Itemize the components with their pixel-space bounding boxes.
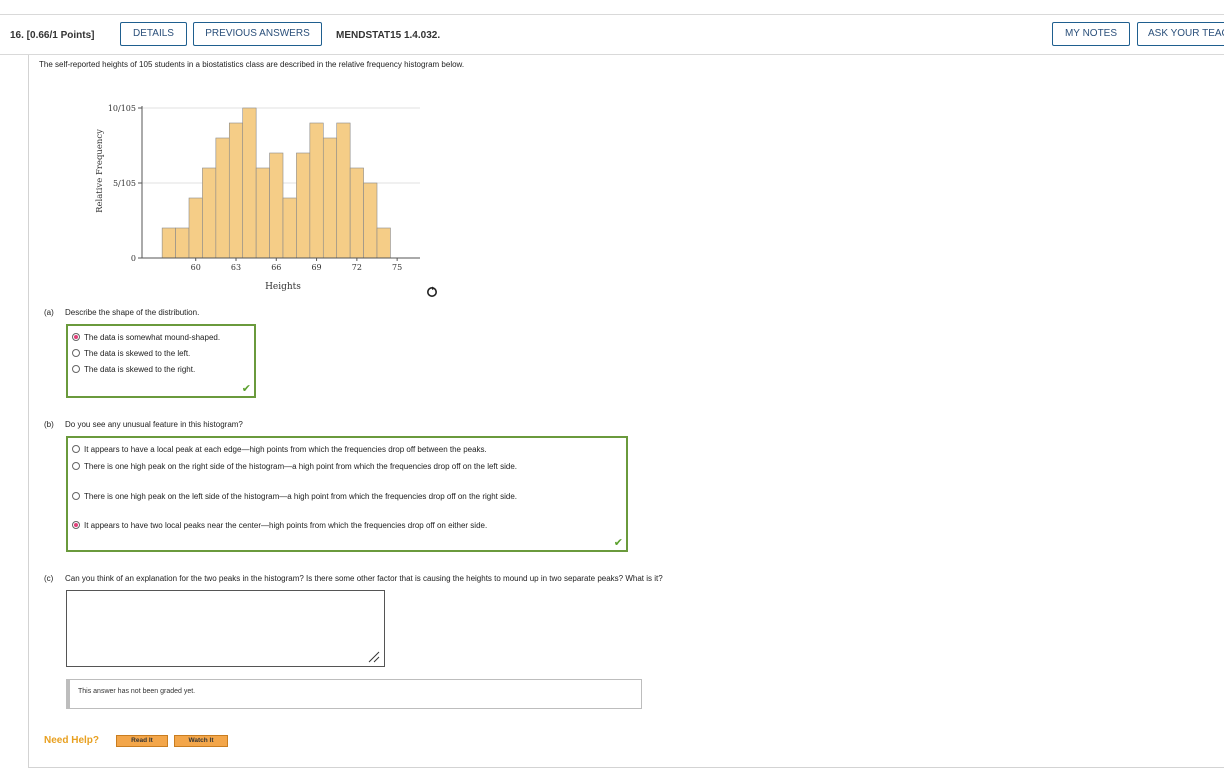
refresh-icon[interactable] <box>426 286 438 298</box>
y-tick-label: 10/105 <box>108 104 136 113</box>
details-button[interactable]: DETAILS <box>120 22 187 46</box>
x-tick-label: 63 <box>231 263 241 272</box>
option-text: It appears to have a local peak at each … <box>84 445 487 454</box>
histogram-chart: 0 5/105 10/105 60 63 66 69 72 75 Relative Frequ… <box>95 104 420 292</box>
radio-button[interactable] <box>72 349 80 357</box>
part-a-answer-box: The data is somewhat mound-shaped. The d… <box>66 324 256 398</box>
histogram-bar <box>309 122 324 259</box>
previous-answers-button[interactable]: PREVIOUS ANSWERS <box>193 22 322 46</box>
part-a-option-2[interactable]: The data is skewed to the left. <box>72 348 190 359</box>
part-b-option-4[interactable]: It appears to have two local peaks near … <box>72 520 612 531</box>
histogram-bar <box>282 197 297 259</box>
x-tick-label: 60 <box>191 263 201 272</box>
histogram-bar <box>269 152 284 259</box>
histogram-bar <box>322 137 338 259</box>
histogram-bar <box>188 197 203 259</box>
radio-button[interactable] <box>72 462 80 470</box>
option-text: There is one high peak on the right side… <box>84 462 517 471</box>
radio-button[interactable] <box>72 365 80 373</box>
part-b-question: Do you see any unusual feature in this h… <box>65 420 243 429</box>
x-tick-label: 72 <box>352 263 362 272</box>
ask-teacher-button[interactable]: ASK YOUR TEACHER <box>1137 22 1224 46</box>
part-b-answer-box: It appears to have a local peak at each … <box>66 436 628 552</box>
grading-status-text: This answer has not been graded yet. <box>78 688 196 695</box>
watch-it-button[interactable]: Watch It <box>174 735 228 747</box>
radio-button[interactable] <box>72 445 80 453</box>
need-help-label: Need Help? <box>44 735 100 746</box>
option-text: It appears to have two local peaks near … <box>84 521 488 530</box>
radio-button[interactable] <box>72 333 80 341</box>
part-b-option-1[interactable]: It appears to have a local peak at each … <box>72 444 612 455</box>
histogram-bar <box>161 227 176 259</box>
x-tick-label: 66 <box>271 263 281 272</box>
histogram-bar <box>349 167 364 259</box>
part-a-option-3[interactable]: The data is skewed to the right. <box>72 364 195 375</box>
question-header: 16. [0.66/1 Points] DETAILS PREVIOUS ANS… <box>0 22 1224 50</box>
y-tick-label: 0 <box>131 254 136 263</box>
histogram-bar <box>228 122 244 259</box>
part-c-answer-textarea[interactable] <box>66 590 385 667</box>
histogram-bar <box>215 137 230 259</box>
histogram-bar <box>242 107 257 259</box>
y-axis-label: Relative Frequency <box>95 129 105 213</box>
option-text: There is one high peak on the left side … <box>84 492 517 501</box>
option-text: The data is skewed to the left. <box>84 349 191 358</box>
radio-button[interactable] <box>72 492 80 500</box>
read-it-button[interactable]: Read It <box>116 735 168 747</box>
part-b-option-2[interactable]: There is one high peak on the right side… <box>72 461 612 472</box>
x-tick-label: 75 <box>392 263 402 272</box>
histogram-bar <box>202 167 217 259</box>
y-tick-label: 5/105 <box>113 179 136 188</box>
histogram-bar <box>175 227 190 259</box>
radio-button[interactable] <box>72 521 80 529</box>
histogram-bar <box>336 122 351 259</box>
part-c-label: (c) <box>44 574 54 583</box>
grading-status-box: This answer has not been graded yet. <box>66 679 642 709</box>
histogram-bar <box>363 182 378 259</box>
option-text: The data is skewed to the right. <box>84 365 196 374</box>
top-divider <box>0 14 1224 15</box>
histogram-bar <box>376 227 391 259</box>
y-tick-labels: 0 5/105 10/105 <box>108 104 136 263</box>
part-a-question: Describe the shape of the distribution. <box>65 308 200 317</box>
question-number: 16. [0.66/1 Points] <box>10 30 95 41</box>
histogram-bar <box>255 167 270 259</box>
checkmark-icon: ✔ <box>241 383 251 395</box>
part-b-label: (b) <box>44 420 54 429</box>
part-a-label: (a) <box>44 308 54 317</box>
intro-text: The self-reported heights of 105 student… <box>39 60 465 69</box>
histogram-bar <box>296 152 311 259</box>
option-text: The data is somewhat mound-shaped. <box>84 333 221 342</box>
part-b-option-3[interactable]: There is one high peak on the left side … <box>72 491 612 502</box>
part-c-question: Can you think of an explanation for the … <box>65 574 663 583</box>
question-code: MENDSTAT15 1.4.032. <box>336 30 441 41</box>
x-tick-labels: 60 63 66 69 72 75 <box>191 263 403 272</box>
resize-handle-icon[interactable] <box>367 651 381 663</box>
x-axis-label: Heights <box>265 282 301 292</box>
my-notes-button[interactable]: MY NOTES <box>1052 22 1130 46</box>
checkmark-icon: ✔ <box>613 537 623 549</box>
x-tick-label: 69 <box>311 263 321 272</box>
part-a-option-1[interactable]: The data is somewhat mound-shaped. <box>72 332 220 343</box>
